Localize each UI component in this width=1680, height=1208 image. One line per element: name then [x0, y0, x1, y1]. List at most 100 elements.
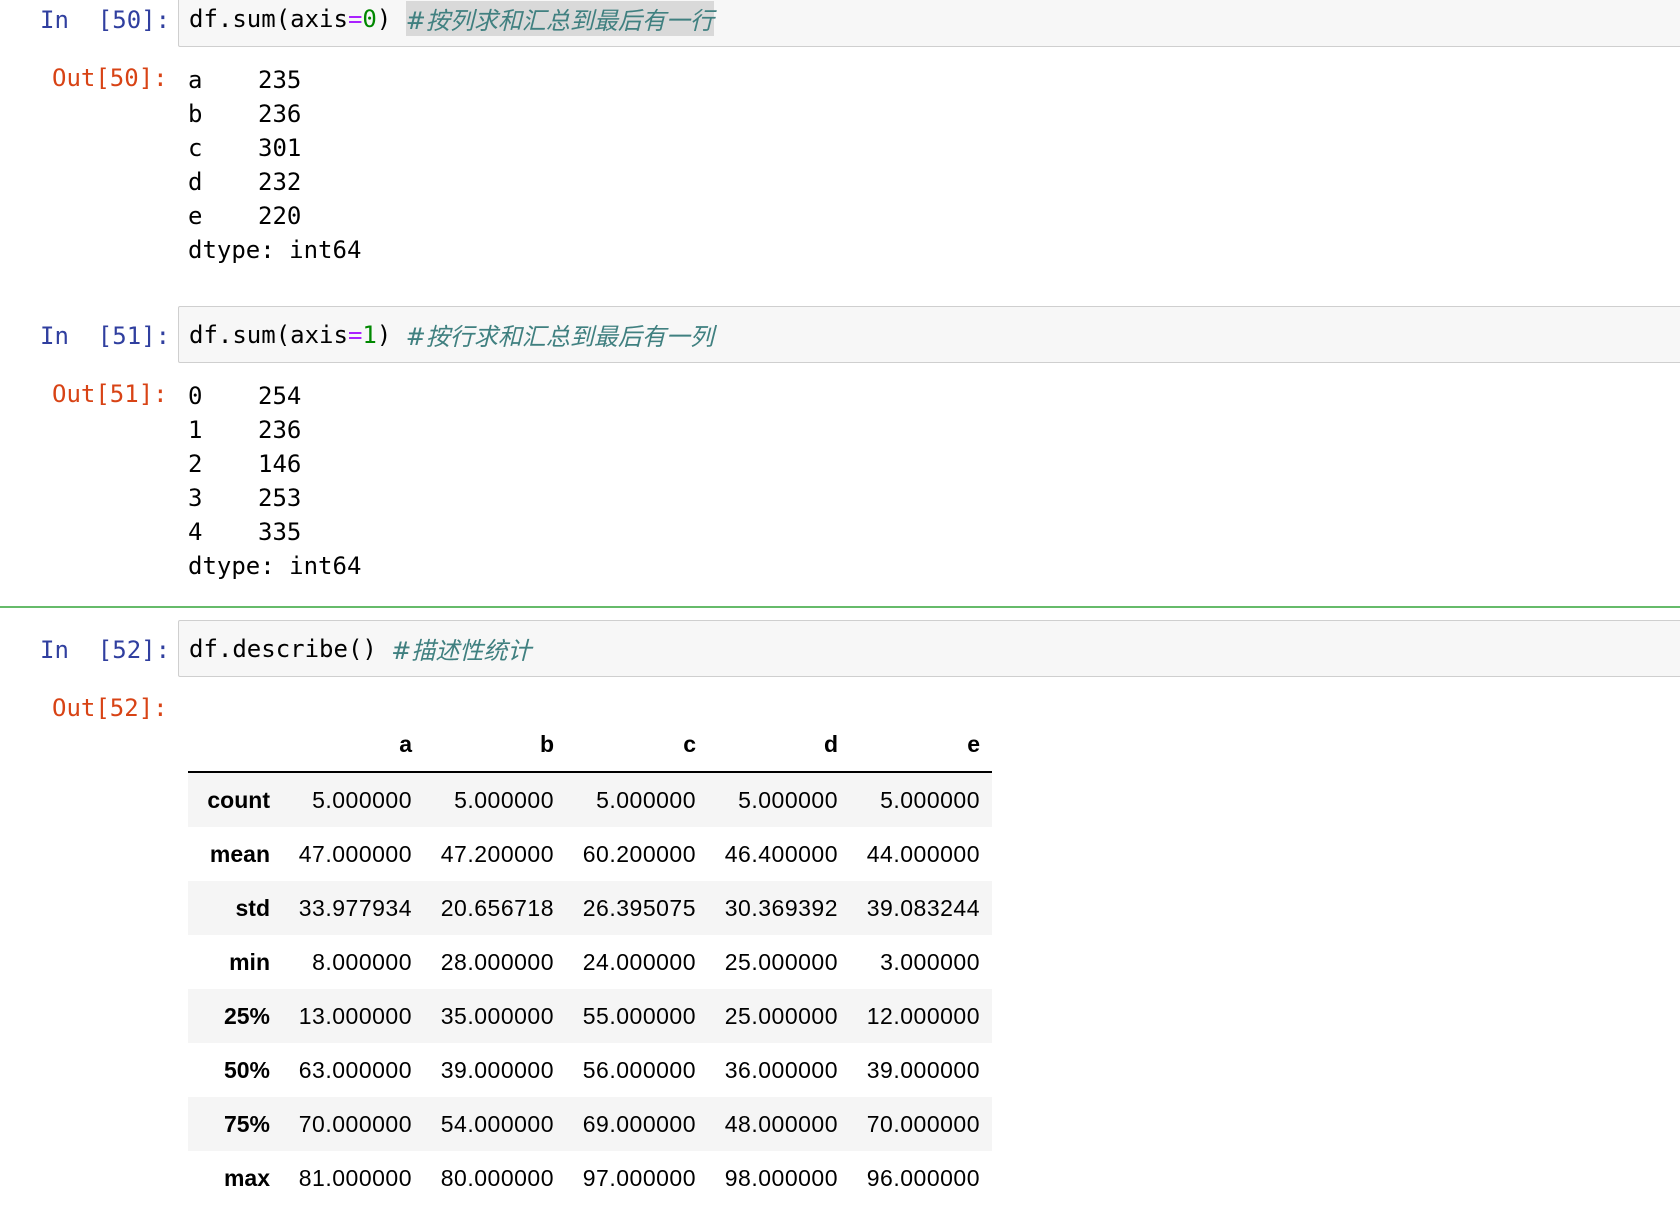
code-text-end: ) — [376, 4, 406, 33]
column-header: b — [424, 717, 566, 773]
series-row: b 236 — [188, 97, 301, 131]
table-row: std 33.977934 20.656718 26.395075 30.369… — [188, 881, 992, 935]
row-label: 75% — [223, 1110, 270, 1137]
series-index: b — [188, 100, 203, 128]
selected-cell-indicator — [0, 606, 1680, 608]
series-dtype: dtype: int64 — [188, 236, 362, 264]
table-cell: 80.000000 — [440, 1164, 554, 1191]
series-index: a — [188, 66, 203, 94]
row-label: mean — [209, 840, 270, 867]
code-comment: #按列求和汇总到最后有一行 — [405, 1, 714, 36]
series-dtype: dtype: int64 — [188, 552, 362, 580]
table-cell: 20.656718 — [440, 894, 554, 921]
out-prompt: Out[51]: — [52, 380, 168, 408]
table-cell: 97.000000 — [582, 1164, 696, 1191]
code-input[interactable]: df.describe() #描述性统计 — [178, 620, 1680, 677]
series-index: 3 — [188, 484, 203, 512]
in-prompt: In [51]: — [40, 322, 171, 350]
table-cell: 47.200000 — [440, 840, 554, 867]
series-value: 236 — [258, 416, 302, 444]
table-cell: 48.000000 — [724, 1110, 838, 1137]
table-cell: 5.000000 — [596, 786, 696, 813]
table-cell: 81.000000 — [298, 1164, 412, 1191]
row-label: std — [235, 894, 271, 921]
code-text: df.sum(axis — [189, 320, 348, 349]
row-label: max — [223, 1164, 270, 1191]
row-label: 25% — [223, 1002, 270, 1029]
series-row: 4 335 — [188, 515, 301, 549]
series-value: 236 — [258, 100, 302, 128]
series-value: 301 — [258, 134, 302, 162]
table-header-row: a b c d e — [188, 717, 992, 773]
series-value: 253 — [258, 484, 302, 512]
series-row: 0 254 — [188, 379, 301, 413]
series-row: c 301 — [188, 131, 301, 165]
describe-table: a b c d e count 5.000000 5.000000 5.0000… — [188, 717, 992, 1205]
table-cell: 28.000000 — [440, 948, 554, 975]
column-header: c — [566, 717, 708, 773]
table-cell: 12.000000 — [866, 1002, 980, 1029]
table-cell: 30.369392 — [724, 894, 838, 921]
corner-cell — [188, 717, 282, 773]
column-header: a — [282, 717, 424, 773]
series-index: 0 — [188, 382, 203, 410]
table-cell: 5.000000 — [880, 786, 980, 813]
in-prompt: In [52]: — [40, 636, 171, 664]
table-cell: 24.000000 — [582, 948, 696, 975]
table-cell: 25.000000 — [724, 1002, 838, 1029]
row-label: min — [229, 948, 270, 975]
table-cell: 44.000000 — [866, 840, 980, 867]
series-index: 2 — [188, 450, 203, 478]
code-text-end: ) — [376, 320, 406, 349]
out-prompt: Out[52]: — [52, 694, 168, 722]
table-cell: 13.000000 — [298, 1002, 412, 1029]
table-cell: 60.200000 — [582, 840, 696, 867]
table-row: mean 47.000000 47.200000 60.200000 46.40… — [188, 827, 992, 881]
out-prompt: Out[50]: — [52, 64, 168, 92]
table-cell: 26.395075 — [582, 894, 696, 921]
table-row: count 5.000000 5.000000 5.000000 5.00000… — [188, 772, 992, 827]
table-cell: 70.000000 — [298, 1110, 412, 1137]
table-cell: 55.000000 — [582, 1002, 696, 1029]
table-cell: 39.000000 — [440, 1056, 554, 1083]
row-label: count — [207, 786, 270, 813]
code-text: df.describe() — [189, 634, 392, 663]
series-row: a 235 — [188, 63, 301, 97]
series-value: 235 — [258, 66, 302, 94]
table-cell: 39.083244 — [866, 894, 980, 921]
series-row: d 232 — [188, 165, 301, 199]
table-cell: 3.000000 — [880, 948, 980, 975]
table-cell: 46.400000 — [724, 840, 838, 867]
code-comment: #按行求和汇总到最后有一列 — [405, 323, 714, 351]
table-cell: 5.000000 — [312, 786, 412, 813]
table-cell: 96.000000 — [866, 1164, 980, 1191]
series-value: 232 — [258, 168, 302, 196]
series-value: 220 — [258, 202, 302, 230]
code-input[interactable]: df.sum(axis = 1) #按行求和汇总到最后有一列 — [178, 306, 1680, 363]
series-row: 2 146 — [188, 447, 301, 481]
table-cell: 63.000000 — [298, 1056, 412, 1083]
table-cell: 47.000000 — [298, 840, 412, 867]
table-cell: 69.000000 — [582, 1110, 696, 1137]
code-number: 1 — [362, 320, 377, 349]
series-row: e 220 — [188, 199, 301, 233]
table-row: 50% 63.000000 39.000000 56.000000 36.000… — [188, 1043, 992, 1097]
series-value: 254 — [258, 382, 302, 410]
row-label: 50% — [223, 1056, 270, 1083]
series-row: 3 253 — [188, 481, 301, 515]
table-cell: 33.977934 — [298, 894, 412, 921]
table-cell: 54.000000 — [440, 1110, 554, 1137]
series-value: 146 — [258, 450, 302, 478]
series-index: d — [188, 168, 203, 196]
series-index: 4 — [188, 518, 203, 546]
code-number: 0 — [362, 4, 377, 33]
series-index: c — [188, 134, 203, 162]
code-input[interactable]: df.sum(axis = 0) #按列求和汇总到最后有一行 — [178, 0, 1680, 47]
table-row: 25% 13.000000 35.000000 55.000000 25.000… — [188, 989, 992, 1043]
table-cell: 98.000000 — [724, 1164, 838, 1191]
series-index: e — [188, 202, 203, 230]
column-header: d — [708, 717, 850, 773]
series-value: 335 — [258, 518, 302, 546]
table-row: min 8.000000 28.000000 24.000000 25.0000… — [188, 935, 992, 989]
table-cell: 5.000000 — [738, 786, 838, 813]
